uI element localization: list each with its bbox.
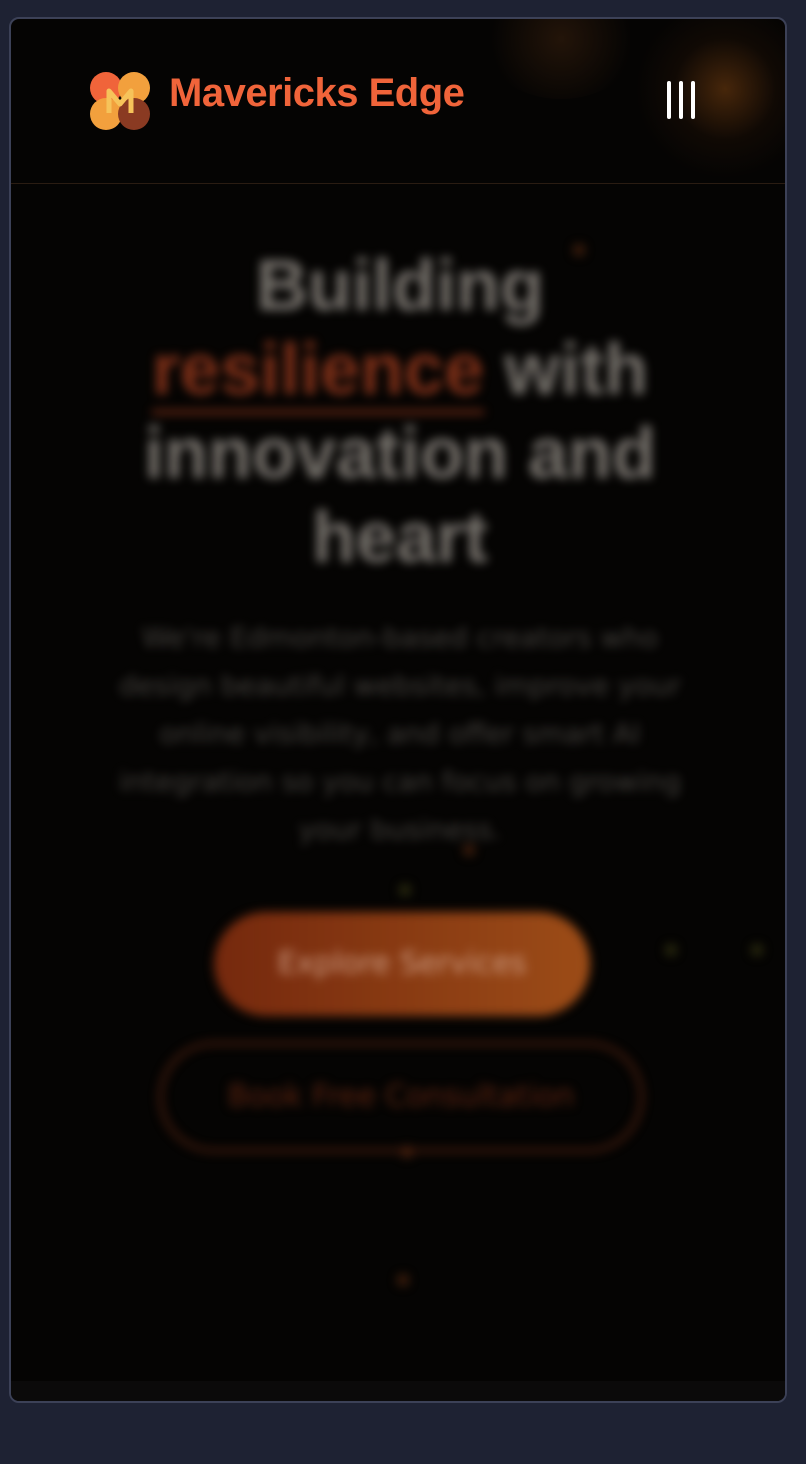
headline-part1: Building	[256, 246, 544, 326]
menu-bars-icon[interactable]	[661, 81, 701, 123]
headline-accent: resilience	[151, 330, 485, 410]
decorative-particle	[751, 944, 763, 956]
menu-bar	[691, 81, 695, 119]
book-consultation-button[interactable]: Book Free Consultation	[159, 1042, 643, 1152]
menu-bar	[667, 81, 671, 119]
bottom-edge	[11, 1381, 785, 1401]
menu-bar	[679, 81, 683, 119]
explore-services-button[interactable]: Explore Services	[214, 912, 590, 1016]
decorative-particle	[397, 1274, 409, 1286]
site-header: Mavericks Edge	[11, 19, 785, 184]
mavericks-m-logo-icon[interactable]	[89, 71, 151, 131]
hero-headline: Building resilience with innovation and …	[51, 244, 749, 580]
hero-section: Building resilience with innovation and …	[11, 184, 785, 1401]
decorative-particle	[665, 944, 677, 956]
brand-name[interactable]: Mavericks Edge	[169, 71, 465, 116]
hero-subtext: We're Edmonton-based creators who design…	[118, 621, 682, 846]
browser-viewport: Mavericks Edge Building resilience with …	[9, 17, 787, 1403]
decorative-particle	[399, 884, 411, 896]
